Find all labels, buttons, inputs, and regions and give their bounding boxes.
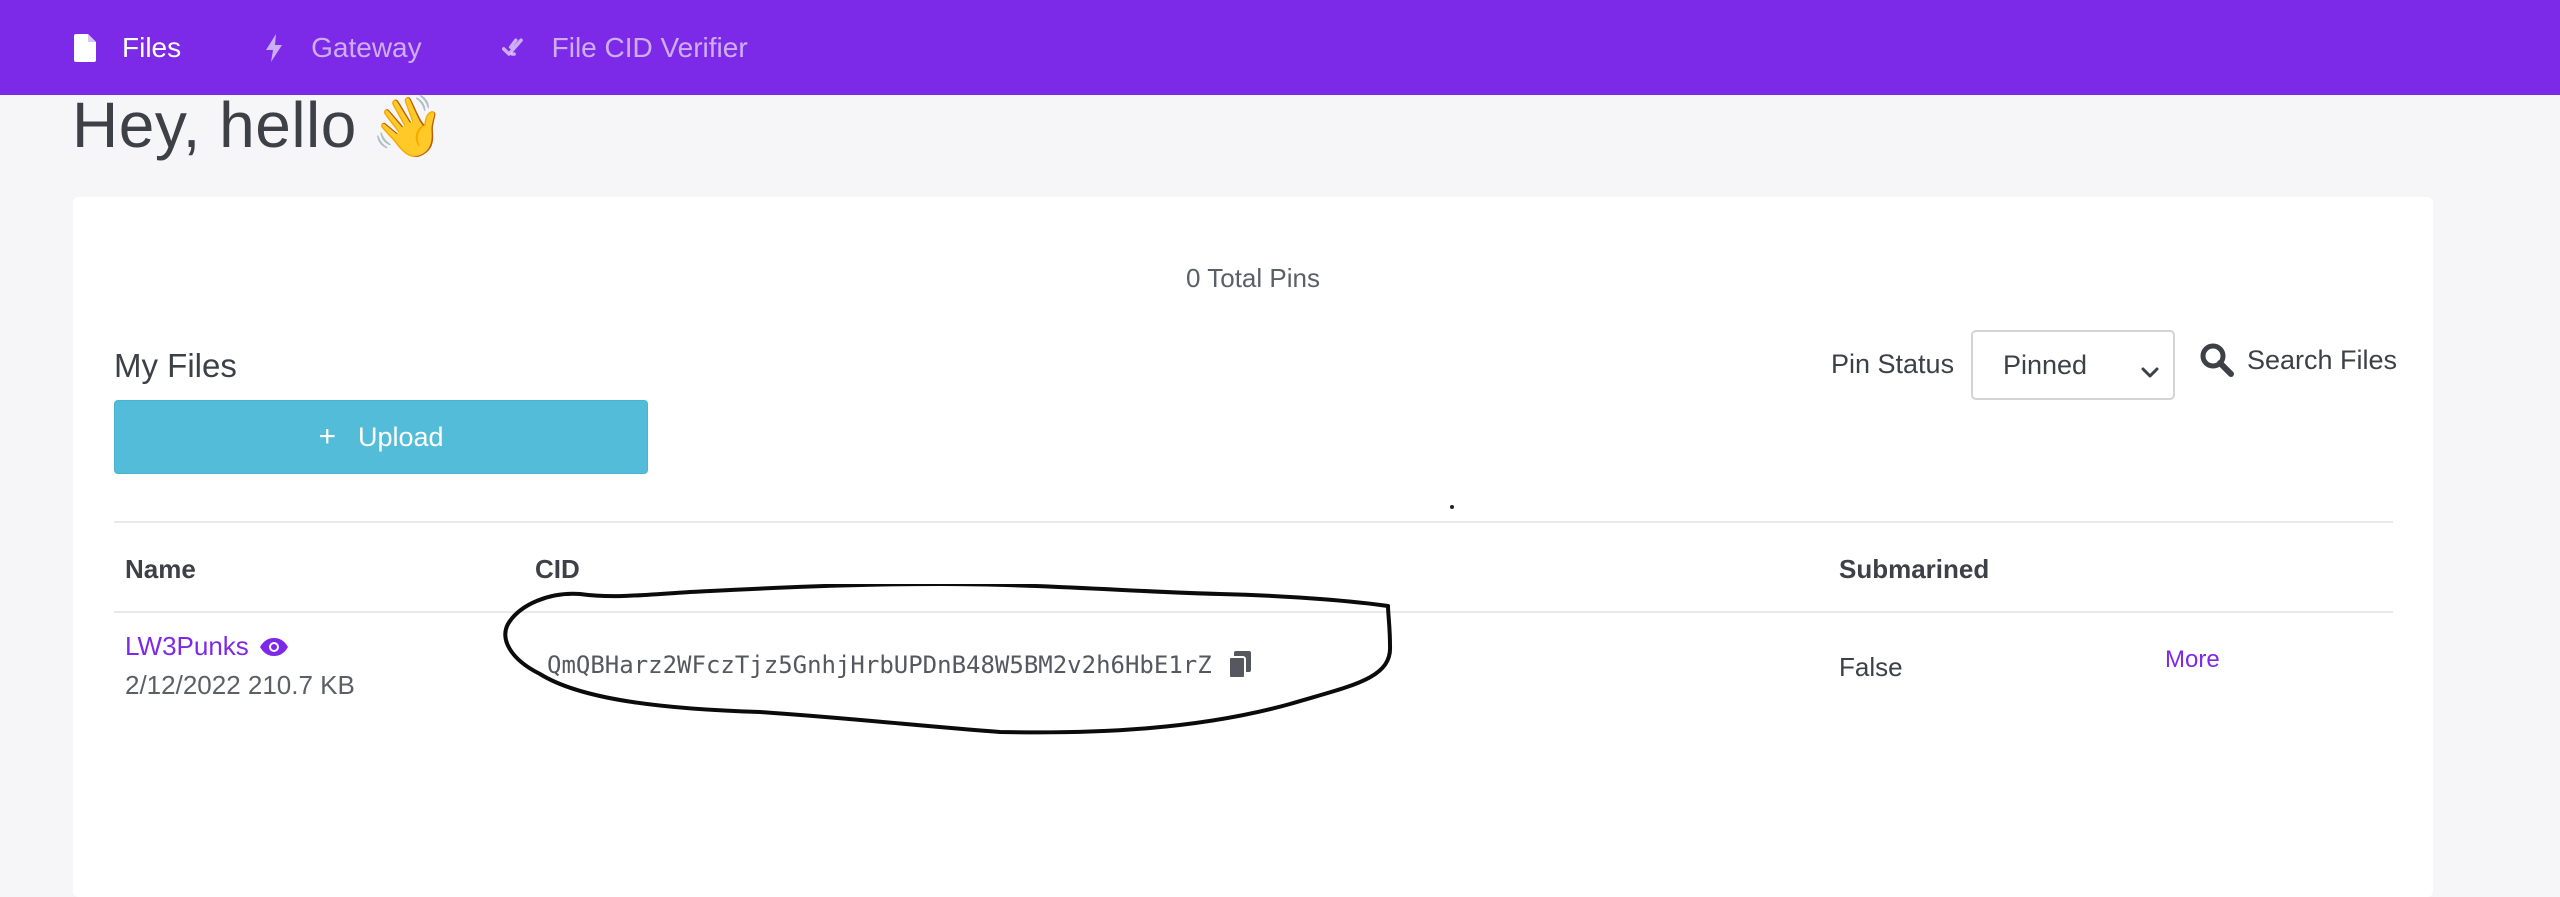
total-pins-count: 0 Total Pins <box>1186 263 1320 293</box>
nav-item-file-cid-verifier[interactable]: File CID Verifier <box>501 31 748 64</box>
file-icon <box>72 33 98 63</box>
column-header-name: Name <box>125 554 196 584</box>
greeting-text: Hey, hello <box>72 89 357 161</box>
search-icon <box>2199 342 2235 378</box>
cid-text[interactable]: QmQBHarz2WFczTjz5GnhjHrbUPDnB48W5BM2v2h6… <box>547 651 1212 679</box>
pin-status-label: Pin Status <box>1831 349 1955 379</box>
column-header-submarined: Submarined <box>1839 554 1990 584</box>
nav-item-gateway-label: Gateway <box>311 31 422 63</box>
page-greeting: Hey, hello 👋 <box>72 88 446 162</box>
chevron-down-icon <box>2141 356 2159 387</box>
search-files-label: Search Files <box>2247 344 2398 375</box>
upload-button-label: Upload <box>357 421 444 452</box>
eye-icon[interactable] <box>259 637 289 657</box>
column-header-cid: CID <box>535 554 580 584</box>
files-card: 0 Total Pins My Files + Upload Pin Statu… <box>73 197 2433 897</box>
nav-item-files[interactable]: Files <box>72 32 181 64</box>
search-files-button[interactable]: Search Files <box>2199 342 2397 378</box>
waving-hand-emoji: 👋 <box>370 93 447 160</box>
nav-item-files-label: Files <box>122 31 182 63</box>
stray-dot <box>1450 505 1454 509</box>
file-name-link[interactable]: LW3Punks <box>125 631 289 662</box>
upload-button[interactable]: + Upload <box>114 400 648 474</box>
my-files-heading: My Files <box>114 347 237 384</box>
bolt-icon <box>261 33 287 63</box>
top-navigation: Files Gateway File CID Verifier <box>0 0 2560 95</box>
file-name-label: LW3Punks <box>125 631 249 661</box>
nav-item-file-cid-verifier-label: File CID Verifier <box>551 31 748 63</box>
table-header-divider <box>114 611 2393 613</box>
file-cid: QmQBHarz2WFczTjz5GnhjHrbUPDnB48W5BM2v2h6… <box>547 651 1252 679</box>
double-check-icon <box>501 33 528 63</box>
plus-icon: + <box>318 420 336 453</box>
file-date-size: 2/12/2022 210.7 KB <box>125 670 355 700</box>
table-top-divider <box>114 521 2393 523</box>
nav-item-gateway[interactable]: Gateway <box>261 32 422 64</box>
pin-status-selected-value: Pinned <box>2003 349 2088 380</box>
copy-icon[interactable] <box>1227 651 1252 679</box>
submarined-value: False <box>1839 652 1903 682</box>
pin-status-select[interactable]: Pinned <box>1971 330 2175 400</box>
more-link[interactable]: More <box>2165 646 2220 674</box>
